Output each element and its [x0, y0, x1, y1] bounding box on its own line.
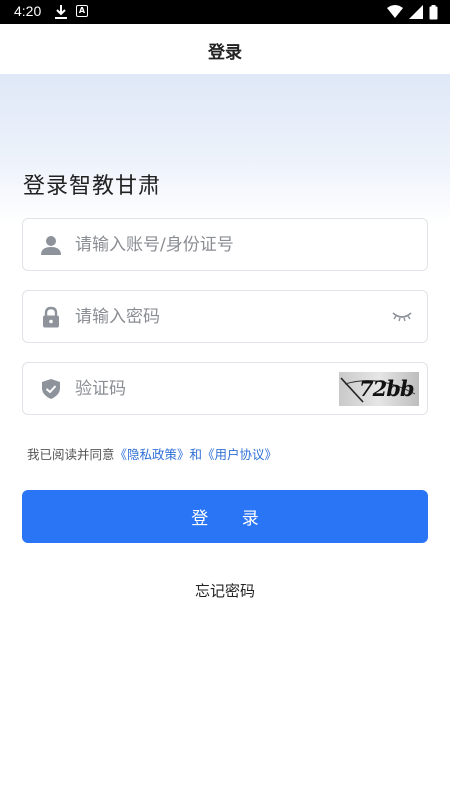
app-notification-icon: A — [76, 5, 88, 17]
status-icons — [387, 4, 438, 20]
password-input[interactable] — [75, 291, 355, 342]
login-button[interactable]: 登 录 — [22, 490, 428, 543]
hero-background — [0, 74, 450, 224]
status-bar: 4:20 A — [0, 0, 450, 24]
agreement-and: 和 — [189, 447, 203, 462]
captcha-code: 72bb — [359, 376, 415, 401]
download-icon — [55, 5, 67, 19]
status-time: 4:20 — [14, 3, 42, 19]
user-icon — [41, 236, 61, 255]
signal-icon — [409, 5, 423, 19]
forgot-password-link[interactable]: 忘记密码 — [0, 580, 450, 601]
agreement-text: 我已阅读并同意《隐私政策》和《用户协议》 — [27, 444, 277, 463]
captcha-image[interactable]: 72bb — [339, 372, 419, 406]
captcha-field[interactable]: 72bb — [22, 362, 428, 415]
lock-icon — [43, 306, 59, 328]
welcome-heading: 登录智教甘肃 — [23, 174, 162, 199]
captcha-input[interactable] — [75, 363, 355, 414]
app-header: 登录 — [0, 24, 450, 74]
password-field[interactable] — [22, 290, 428, 343]
battery-icon — [429, 4, 438, 19]
account-field[interactable] — [22, 218, 428, 271]
account-input[interactable] — [75, 219, 355, 270]
wifi-icon — [387, 5, 403, 18]
user-agreement-link[interactable]: 《用户协议》 — [202, 447, 277, 462]
shield-check-icon — [42, 379, 60, 399]
page-title: 登录 — [208, 43, 242, 63]
eye-closed-icon[interactable] — [391, 308, 413, 324]
agreement-prefix: 我已阅读并同意 — [27, 447, 115, 462]
privacy-policy-link[interactable]: 《隐私政策》 — [115, 447, 190, 462]
